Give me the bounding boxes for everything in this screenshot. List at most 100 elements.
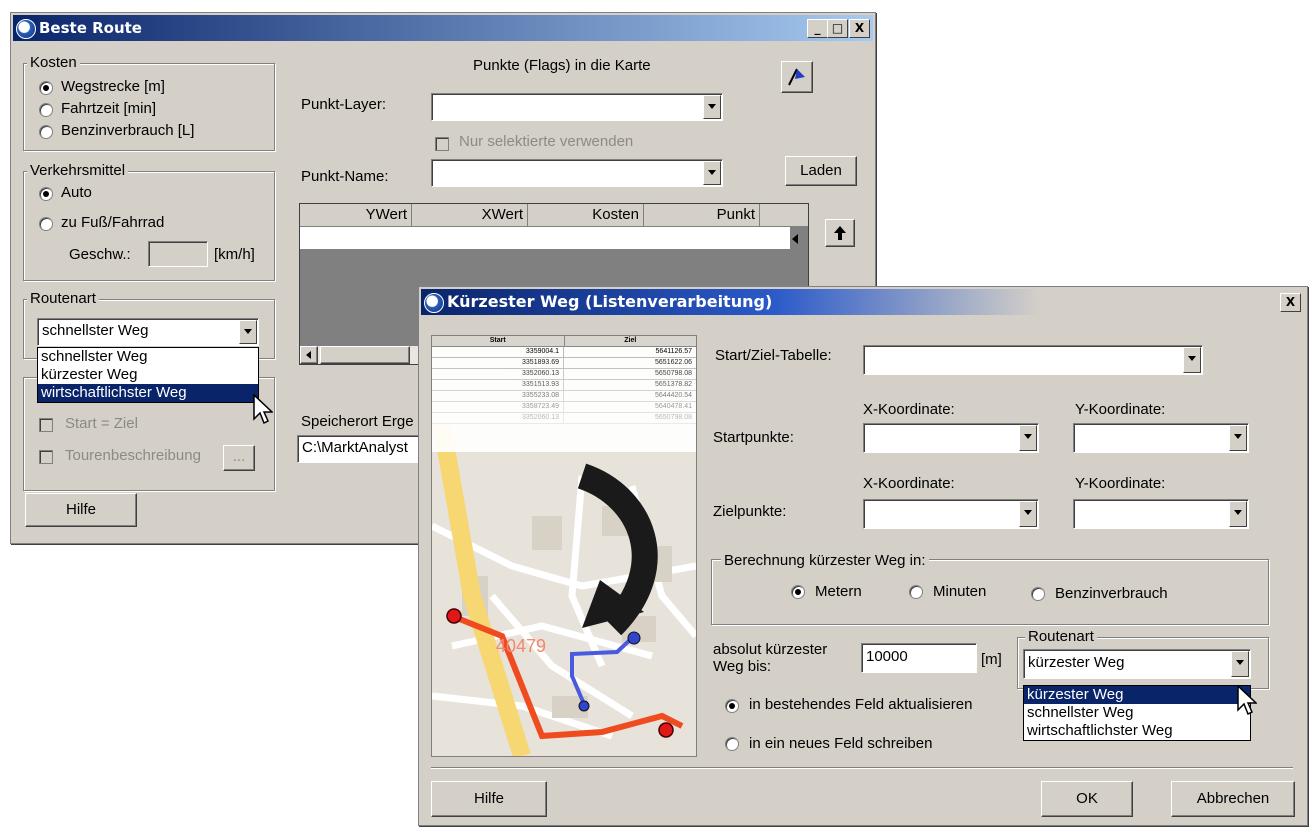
fahrtzeit-label: Fahrtzeit [min] xyxy=(61,100,157,117)
dropdown-option-wirtschaftlichster[interactable]: wirtschaftlichster Weg xyxy=(38,384,258,402)
tabelle-select[interactable] xyxy=(863,345,1203,375)
chevron-down-icon[interactable] xyxy=(1229,425,1247,451)
chevron-down-icon[interactable] xyxy=(1231,651,1249,677)
hilfe-button[interactable]: Hilfe xyxy=(25,493,137,527)
radio-fahrtzeit[interactable] xyxy=(39,103,53,117)
close-button[interactable]: X xyxy=(849,19,870,38)
tabelle-label: Start/Ziel-Tabelle: xyxy=(715,347,832,364)
start-ziel-label: Start = Ziel xyxy=(65,415,138,432)
start-ziel-checkbox[interactable] xyxy=(39,418,53,432)
routenart-select[interactable]: kürzester Weg xyxy=(1023,649,1251,679)
chevron-down-icon[interactable] xyxy=(703,161,721,185)
chevron-down-icon[interactable] xyxy=(1019,501,1037,527)
punkt-name-label: Punkt-Name: xyxy=(301,168,389,185)
routenart-label: Routenart xyxy=(1025,629,1097,645)
routenart-select[interactable]: schnellster Weg xyxy=(37,318,259,346)
routenart-value: schnellster Weg xyxy=(42,322,149,339)
preview-table-row: 3358723.49 5640478.41 xyxy=(432,402,696,413)
tourenbeschreibung-checkbox[interactable] xyxy=(39,450,53,464)
start-y-select[interactable] xyxy=(1073,423,1249,453)
preview-table-cell: 3352060.13 xyxy=(432,413,564,423)
radio-neues-feld[interactable] xyxy=(725,737,739,751)
preview-table-cell: 3359004.1 xyxy=(432,347,564,357)
dropdown-option-kuerzester[interactable]: kürzester Weg xyxy=(1024,686,1250,704)
nur-selektierte-label: Nur selektierte verwenden xyxy=(459,133,634,150)
speicherort-label: Speicherort Erge xyxy=(301,413,414,430)
dropdown-option-kuerzester[interactable]: kürzester Weg xyxy=(38,366,258,384)
chevron-down-icon[interactable] xyxy=(1183,347,1201,373)
speed-input[interactable] xyxy=(148,241,208,267)
punkt-layer-select[interactable] xyxy=(431,93,723,121)
speicherort-input[interactable]: C:\MarktAnalyst xyxy=(297,435,437,463)
radio-minuten[interactable] xyxy=(909,585,923,599)
radio-benzinverbrauch[interactable] xyxy=(1031,587,1045,601)
chevron-down-icon[interactable] xyxy=(1229,501,1247,527)
bestehendes-feld-label: in bestehendes Feld aktualisieren xyxy=(749,696,973,713)
header-punkt[interactable]: Punkt xyxy=(644,204,760,226)
routenart-label: Routenart xyxy=(27,291,99,307)
chevron-down-icon[interactable] xyxy=(1019,425,1037,451)
titlebar[interactable]: Kürzester Weg (Listenverarbeitung) X xyxy=(421,289,1305,315)
app-icon xyxy=(16,19,36,39)
y-label-start: Y-Koordinate: xyxy=(1075,401,1166,418)
header-kosten[interactable]: Kosten xyxy=(528,204,644,226)
window-title: Kürzester Weg (Listenverarbeitung) xyxy=(447,292,773,311)
radio-bestehendes-feld[interactable] xyxy=(725,699,739,713)
table-row[interactable] xyxy=(300,227,790,249)
table-header: YWert XWert Kosten Punkt xyxy=(300,204,808,227)
chevron-down-icon[interactable] xyxy=(239,320,257,344)
scroll-thumb[interactable] xyxy=(320,346,410,364)
routenart-dropdown-list[interactable]: kürzester Weg schnellster Weg wirtschaft… xyxy=(1023,685,1251,741)
close-button[interactable]: X xyxy=(1280,293,1301,312)
radio-wegstrecke[interactable] xyxy=(39,81,53,95)
header-xwert[interactable]: XWert xyxy=(412,204,528,226)
ok-button[interactable]: OK xyxy=(1041,781,1133,817)
header-ywert[interactable]: YWert xyxy=(300,204,412,226)
laden-button[interactable]: Laden xyxy=(785,156,857,186)
scroll-left-button[interactable] xyxy=(300,346,318,364)
preview-table-row: 3352060.13 5650798.08 xyxy=(432,369,696,380)
preview-table-row: 3351513.93 5651378.82 xyxy=(432,380,696,391)
preview-table-row: 3351893.69 5651622.06 xyxy=(432,358,696,369)
move-up-button[interactable] xyxy=(825,219,855,247)
mouse-cursor-icon xyxy=(253,394,273,425)
preview-header-ziel: Ziel xyxy=(624,337,637,344)
minimize-button[interactable]: _ xyxy=(807,19,828,38)
preview-table-cell: 5650798.08 xyxy=(655,370,692,377)
titlebar[interactable]: Beste Route _ □ X xyxy=(13,15,873,41)
chevron-down-icon[interactable] xyxy=(703,95,721,119)
preview-table-cell: 5641126.57 xyxy=(655,348,692,355)
radio-benzinverbrauch[interactable] xyxy=(39,125,53,139)
radio-metern[interactable] xyxy=(791,585,805,599)
maximize-button[interactable]: □ xyxy=(827,19,848,38)
start-x-select[interactable] xyxy=(863,423,1039,453)
tourenbeschreibung-browse-button[interactable]: ... xyxy=(223,445,255,471)
points-heading: Punkte (Flags) in die Karte xyxy=(473,57,651,74)
preview-table-cell: 3352060.13 xyxy=(432,369,564,379)
tourenbeschreibung-label: Tourenbeschreibung xyxy=(65,447,201,464)
geschw-label: Geschw.: xyxy=(69,246,131,263)
absolut-input[interactable]: 10000 xyxy=(861,643,977,673)
absolut-unit: [m] xyxy=(981,651,1002,668)
neues-feld-label: in ein neues Feld schreiben xyxy=(749,735,933,752)
abbrechen-button[interactable]: Abbrechen xyxy=(1171,781,1295,817)
arrow-up-icon xyxy=(834,226,846,240)
ziel-y-select[interactable] xyxy=(1073,499,1249,529)
fuss-fahrrad-label: zu Fuß/Fahrrad xyxy=(61,214,165,231)
dropdown-option-wirtschaftlichster[interactable]: wirtschaftlichster Weg xyxy=(1024,722,1250,740)
nur-selektierte-checkbox[interactable] xyxy=(435,137,449,151)
radio-auto[interactable] xyxy=(39,187,53,201)
preview-table-row: 3359004.1 5641126.57 xyxy=(432,347,696,358)
ziel-x-select[interactable] xyxy=(863,499,1039,529)
routenart-dropdown-list[interactable]: schnellster Weg kürzester Weg wirtschaft… xyxy=(37,347,259,403)
punkt-name-select[interactable] xyxy=(431,159,723,187)
mouse-cursor-icon xyxy=(1237,685,1257,716)
dropdown-option-schnellster[interactable]: schnellster Weg xyxy=(38,348,258,366)
radio-fuss-fahrrad[interactable] xyxy=(39,217,53,231)
benzinverbrauch-label: Benzinverbrauch xyxy=(1055,585,1168,602)
punkt-layer-label: Punkt-Layer: xyxy=(301,96,387,113)
preview-table-cell: 3358723.49 xyxy=(432,402,564,412)
dropdown-option-schnellster[interactable]: schnellster Weg xyxy=(1024,704,1250,722)
flag-tool-button[interactable] xyxy=(781,61,813,93)
hilfe-button[interactable]: Hilfe xyxy=(431,781,547,817)
